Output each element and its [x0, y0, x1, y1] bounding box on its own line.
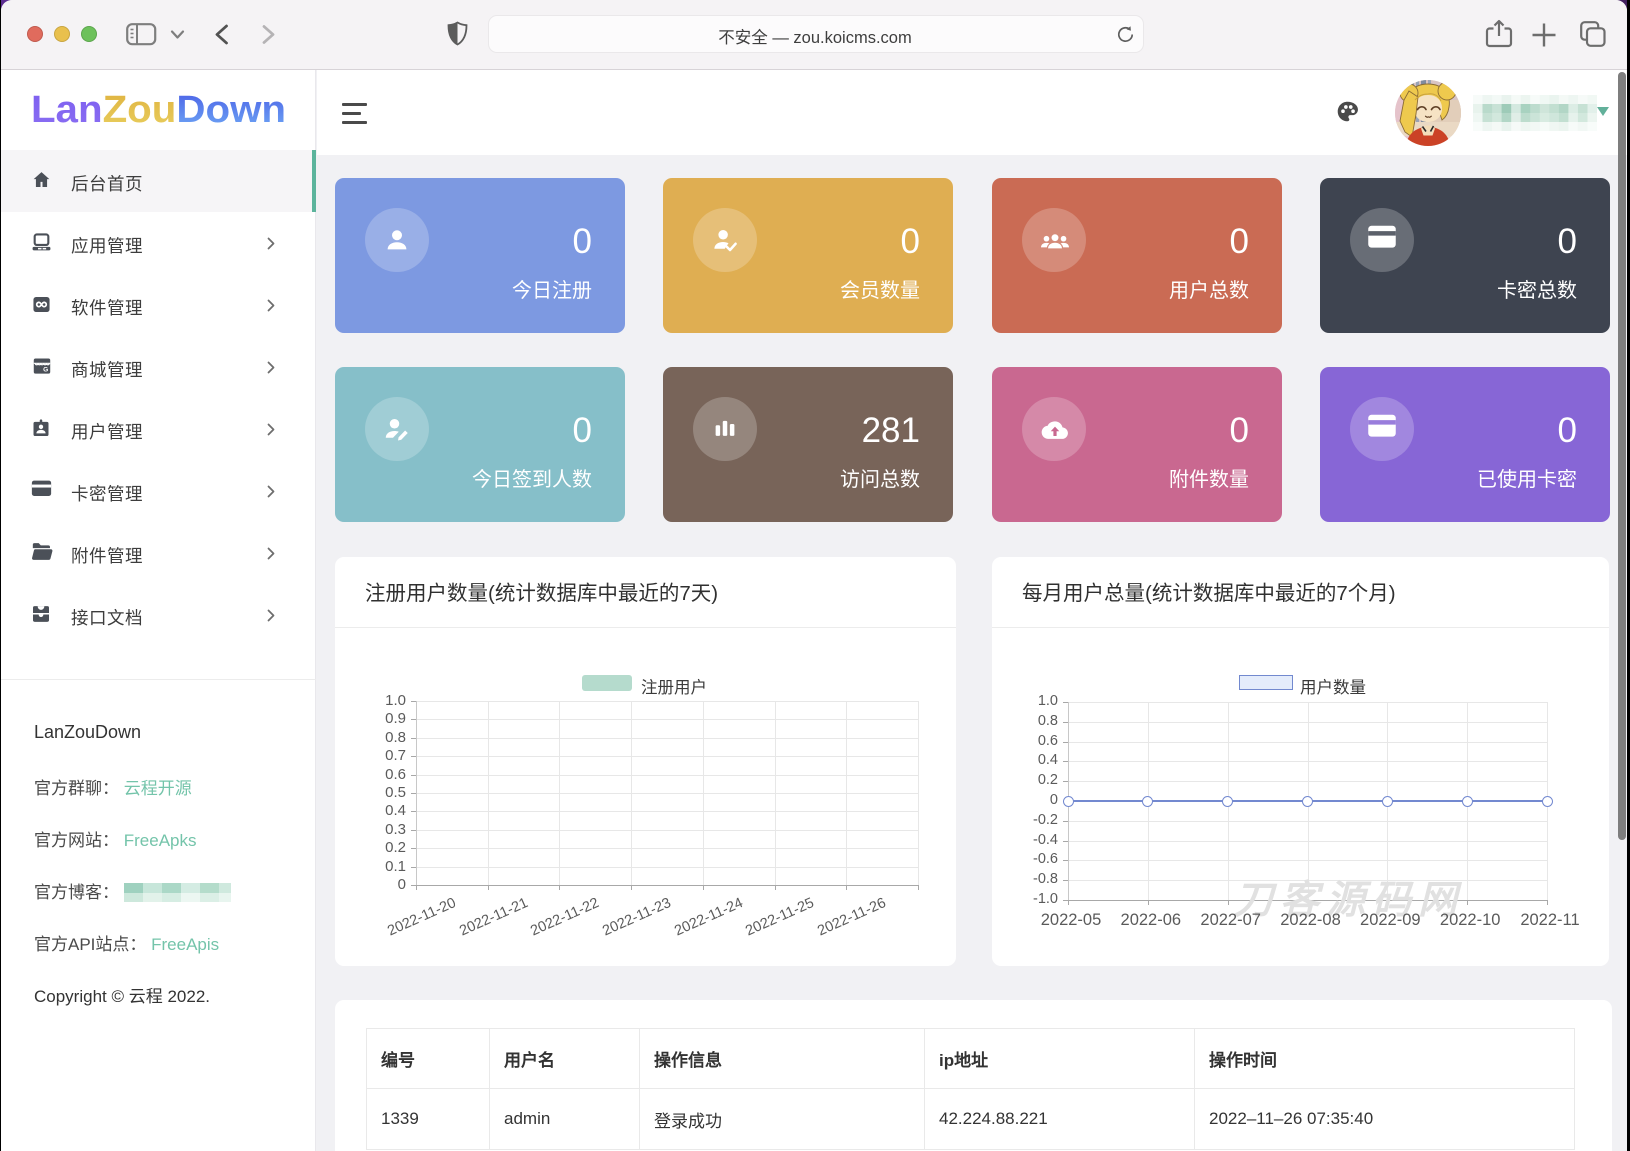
svg-text:G: G [43, 367, 48, 374]
